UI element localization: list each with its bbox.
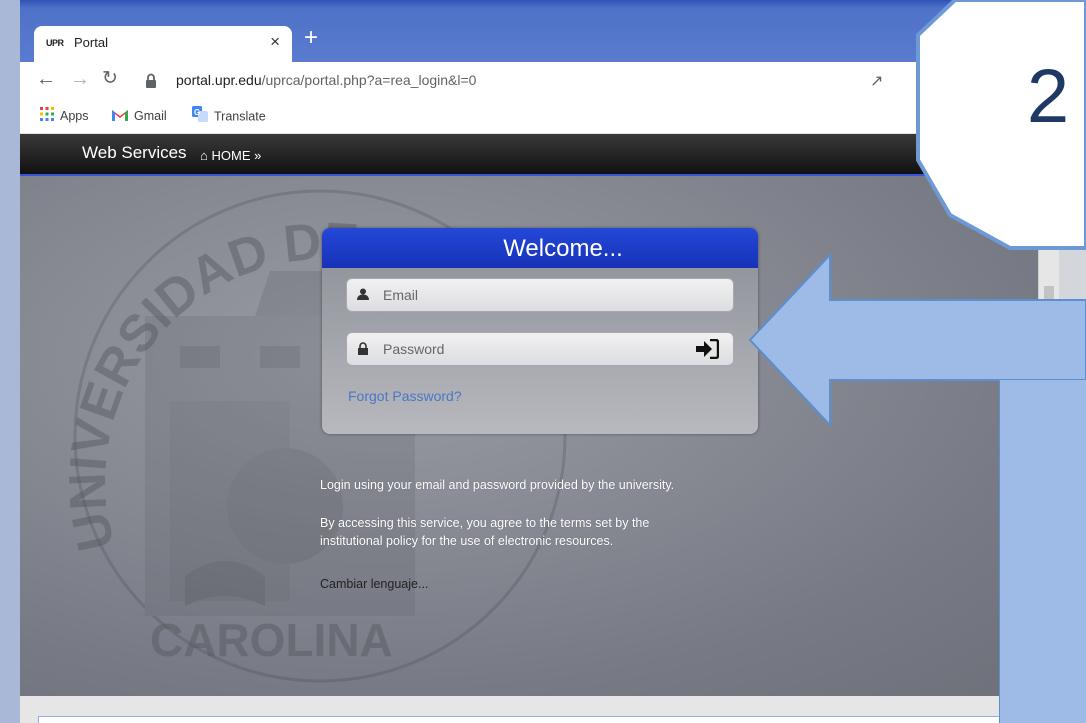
step-number: 2 [1026, 54, 1070, 139]
step-octagon [916, 0, 1086, 250]
